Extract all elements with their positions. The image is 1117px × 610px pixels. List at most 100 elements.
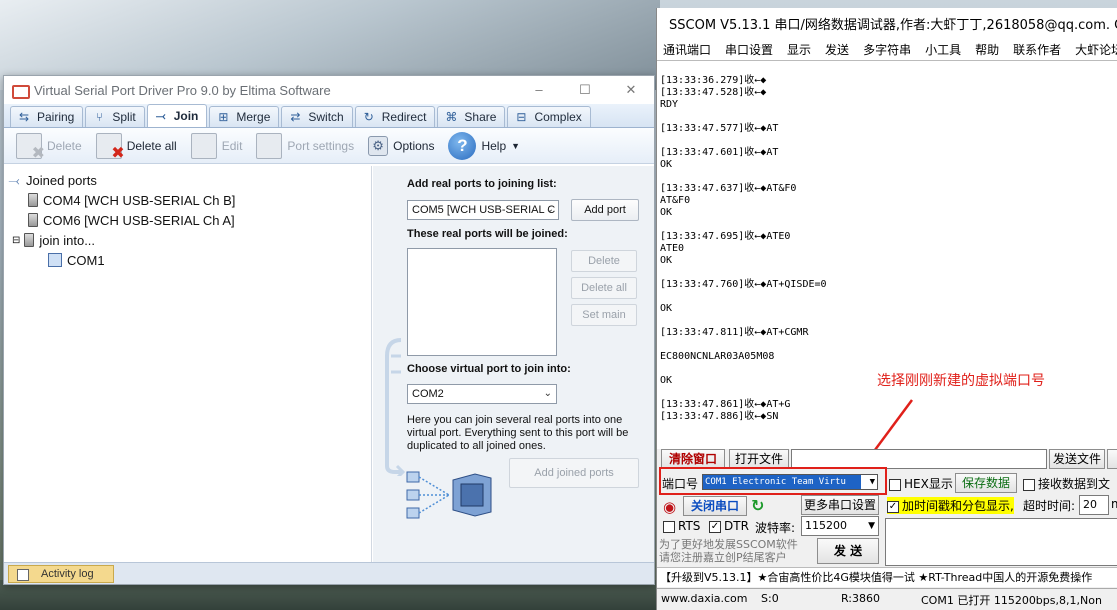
chevron-down-icon: ▼ <box>868 521 875 531</box>
join-description: Here you can join several real ports int… <box>407 414 629 452</box>
tab-split[interactable]: ⑂ Split <box>85 106 145 127</box>
annotation-text: 选择刚刚新建的虚拟端口号 <box>877 373 1045 389</box>
menu-send[interactable]: 发送 <box>825 41 849 58</box>
send-file-button[interactable]: 发送文件 <box>1049 449 1105 469</box>
menu-multi-string[interactable]: 多字符串 <box>863 41 911 58</box>
port-label: 端口号 <box>662 477 699 491</box>
vspd-toolbar: Delete Delete all Edit Port settings ⚙ O… <box>4 128 654 164</box>
activity-log-tab[interactable]: Activity log <box>8 565 114 583</box>
timestamp-checkbox[interactable]: ✓ 加时间戳和分包显示, <box>887 497 1014 514</box>
checkbox-icon <box>1023 478 1035 491</box>
chevron-down-icon: ⌄ <box>543 388 552 399</box>
split-icon: ⑂ <box>95 110 103 124</box>
joined-ports-label: These real ports will be joined: <box>407 228 568 240</box>
dtr-checkbox[interactable]: ✓ DTR <box>709 519 749 533</box>
sscom-menubar: 通讯端口 串口设置 显示 发送 多字符串 小工具 帮助 联系作者 大虾论坛 <box>657 38 1117 60</box>
port-settings-button[interactable]: Port settings <box>256 132 354 159</box>
menu-forum[interactable]: 大虾论坛 <box>1075 41 1117 58</box>
hex-display-checkbox[interactable]: HEX显示 <box>889 475 953 492</box>
tab-redirect[interactable]: ↻ Redirect <box>354 106 436 127</box>
tree-root[interactable]: ⤙ Joined ports <box>4 170 371 190</box>
delete-all-icon <box>95 132 125 162</box>
maximize-button[interactable]: ☐ <box>562 76 608 104</box>
collapse-icon[interactable]: ⊟ <box>12 235 20 246</box>
status-port: COM1 已打开 115200bps,8,1,Non <box>921 594 1102 607</box>
menu-tools[interactable]: 小工具 <box>925 41 961 58</box>
complex-icon: ⊟ <box>516 110 527 124</box>
minimize-button[interactable]: – <box>516 76 562 104</box>
edit-button[interactable]: Edit <box>190 132 242 159</box>
add-port-button[interactable]: Add port <box>571 199 639 221</box>
tab-pairing[interactable]: ⇆ Pairing <box>10 106 84 127</box>
clear-window-button[interactable]: 清除窗口 <box>661 449 725 469</box>
merge-icon: ⊞ <box>218 110 229 124</box>
tab-complex[interactable]: ⊟ Complex <box>507 106 591 127</box>
save-data-button[interactable]: 保存数据 <box>955 473 1017 493</box>
record-icon: ◉ <box>663 498 677 516</box>
tab-merge[interactable]: ⊞ Merge <box>209 106 280 127</box>
refresh-icon[interactable]: ↻ <box>751 496 764 515</box>
baud-select[interactable]: 115200 ▼ <box>801 516 879 536</box>
timeout-input[interactable]: 20 <box>1079 495 1109 515</box>
tree-virtual-port[interactable]: COM1 <box>4 250 371 270</box>
status-site[interactable]: www.daxia.com <box>661 592 748 605</box>
checkbox-checked-icon: ✓ <box>887 500 899 513</box>
more-settings-button[interactable]: 更多串口设置 <box>801 495 879 515</box>
promo-text[interactable]: 为了更好地发展SSCOM软件 请您注册嘉立创P结尾客户 <box>659 538 817 564</box>
set-main-button[interactable]: Set main <box>571 304 637 326</box>
options-button[interactable]: ⚙ Options <box>368 135 434 156</box>
checkbox-icon <box>889 478 901 491</box>
sscom-statusbar: www.daxia.com S:0 R:3860 COM1 已打开 115200… <box>657 588 1117 610</box>
join-icon: ⤙ <box>155 109 166 123</box>
panel-delete-button[interactable]: Delete <box>571 250 637 272</box>
status-sent: S:0 <box>761 592 779 605</box>
close-button[interactable]: ✕ <box>608 76 654 104</box>
tree-join-into[interactable]: ⊟ join into... <box>4 230 371 250</box>
tree-item[interactable]: COM4 [WCH USB-SERIAL Ch B] <box>4 190 371 210</box>
receive-log[interactable]: [13:33:36.279]收←◆ [13:33:47.528]收←◆ RDY … <box>657 60 1117 449</box>
panel-delete-all-button[interactable]: Delete all <box>571 277 637 299</box>
menu-display[interactable]: 显示 <box>787 41 811 58</box>
send-button[interactable]: 发 送 <box>817 538 879 564</box>
tab-switch[interactable]: ⇄ Switch <box>281 106 353 127</box>
file-path-input[interactable] <box>791 449 1047 469</box>
checkbox-checked-icon: ✓ <box>709 520 721 533</box>
port-settings-icon <box>256 132 283 159</box>
delete-button[interactable]: Delete <box>16 132 82 162</box>
serial-port-icon <box>28 213 38 227</box>
help-button[interactable]: ? Help ▼ <box>448 131 520 160</box>
join-settings-panel: Add real ports to joining list: COM5 [WC… <box>373 166 654 562</box>
port-select[interactable]: COM1 Electronic Team Virtu ▼ <box>702 474 878 490</box>
sscom-titlebar[interactable]: SSCOM V5.13.1 串口/网络数据调试器,作者:大虾丁丁,2618058… <box>657 8 1117 38</box>
tab-join[interactable]: ⤙ Join <box>146 104 208 127</box>
tree-item[interactable]: COM6 [WCH USB-SERIAL Ch A] <box>4 210 371 230</box>
recv-to-file-checkbox[interactable]: 接收数据到文 <box>1023 475 1110 492</box>
close-port-button[interactable]: 关闭串口 <box>683 496 747 516</box>
sscom-window: SSCOM V5.13.1 串口/网络数据调试器,作者:大虾丁丁,2618058… <box>656 8 1117 610</box>
send-input[interactable] <box>885 518 1117 566</box>
rts-checkbox[interactable]: RTS <box>663 519 700 533</box>
tab-share[interactable]: ⌘ Share <box>437 106 506 127</box>
pairing-icon: ⇆ <box>18 110 30 124</box>
joined-ports-listbox[interactable] <box>407 248 557 356</box>
menu-help[interactable]: 帮助 <box>975 41 999 58</box>
open-file-button[interactable]: 打开文件 <box>729 449 789 469</box>
news-ticker[interactable]: 【升级到V5.13.1】★合宙高性价比4G模块值得一试 ★RT-Thread中国… <box>657 567 1117 587</box>
menu-contact[interactable]: 联系作者 <box>1013 41 1061 58</box>
baud-label: 波特率: <box>755 521 796 535</box>
menu-serial-settings[interactable]: 串口设置 <box>725 41 773 58</box>
virtual-port-combo[interactable]: COM2 ⌄ <box>407 384 557 404</box>
delete-all-button[interactable]: Delete all <box>95 132 177 162</box>
menu-comm-port[interactable]: 通讯端口 <box>663 41 711 58</box>
redirect-icon: ↻ <box>363 110 374 124</box>
serial-port-icon <box>28 193 38 207</box>
checkbox-icon <box>663 520 675 533</box>
timeout-label: 超时时间: <box>1023 499 1076 513</box>
add-ports-label: Add real ports to joining list: <box>407 178 557 190</box>
stop-button[interactable] <box>1107 449 1117 469</box>
joined-ports-tree: ⤙ Joined ports COM4 [WCH USB-SERIAL Ch B… <box>4 166 372 562</box>
real-port-combo[interactable]: COM5 [WCH USB-SERIAL C ⌄ <box>407 200 559 220</box>
vspd-titlebar[interactable]: Virtual Serial Port Driver Pro 9.0 by El… <box>4 76 654 104</box>
add-joined-ports-button[interactable]: Add joined ports <box>509 458 639 488</box>
edit-icon <box>190 132 217 159</box>
